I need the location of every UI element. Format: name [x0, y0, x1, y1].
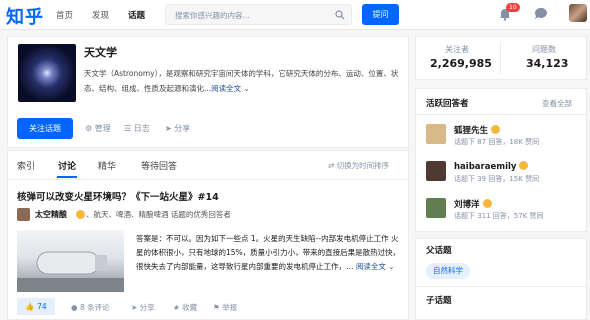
active-tab-indicator	[57, 176, 77, 178]
share-icon: ➤	[165, 124, 175, 133]
answerer-detail: 话题下 87 回答，18K 赞同	[454, 138, 540, 146]
message-icon[interactable]	[534, 7, 548, 21]
parent-topic-chip[interactable]: 自然科学	[426, 263, 470, 279]
share-answer-button[interactable]: ➤ 分享	[131, 302, 155, 313]
topic-title: 天文学	[84, 46, 117, 59]
parent-topic-title: 父话题	[426, 246, 452, 256]
follow-topic-button[interactable]: 关注话题	[17, 118, 73, 139]
top-bar: 知乎 首页 发现 话题 搜索你感兴趣的内容... 提问 10	[0, 0, 590, 30]
author-avatar[interactable]	[17, 208, 30, 221]
user-avatar[interactable]	[569, 4, 587, 22]
badge-icon	[519, 161, 529, 170]
tab-index[interactable]: 索引	[17, 159, 35, 172]
stats-divider	[500, 42, 501, 74]
answer-read-more[interactable]: 阅读全文	[356, 262, 386, 271]
sidebar-divider	[416, 114, 586, 115]
view-all-link[interactable]: 查看全部	[542, 98, 572, 109]
questions-count: 34,123	[526, 57, 569, 70]
read-more-link[interactable]: 阅读全文	[211, 84, 241, 93]
ask-button[interactable]: 提问	[362, 4, 399, 25]
child-topic-title: 子话题	[426, 296, 452, 306]
share-topic-button[interactable]: ➤ 分享	[165, 123, 190, 134]
answer-excerpt: 答案是：不可以。因为如下一些点 1。火星的天生缺陷--内部发电机停止工作 火星的…	[136, 234, 401, 271]
comments-button[interactable]: ● 8 条评论	[71, 302, 110, 313]
nav-discover[interactable]: 发现	[92, 9, 109, 21]
answerer-avatar[interactable]	[426, 161, 446, 181]
question-title[interactable]: 核弹可以改变火星环境吗？《下一站火星》#14	[17, 189, 219, 203]
answerer-name[interactable]: 狐狸先生	[454, 124, 501, 136]
search-icon[interactable]	[335, 10, 345, 20]
answerer-avatar[interactable]	[426, 198, 446, 218]
tab-waiting[interactable]: 等待回答	[141, 159, 177, 172]
share-icon: ➤	[131, 303, 140, 312]
answerer-detail: 话题下 311 回答，57K 赞同	[454, 212, 544, 220]
questions-label: 问题数	[532, 45, 556, 54]
manage-button[interactable]: ⚙ 管理	[85, 123, 111, 134]
badge-icon	[76, 210, 85, 219]
flag-icon: ⚑	[213, 303, 223, 312]
galaxy-image	[18, 44, 76, 102]
gear-icon: ⚙	[85, 124, 95, 133]
active-answerers-title: 活跃回答者	[426, 99, 469, 109]
followers-label: 关注者	[445, 45, 469, 54]
upvote-button[interactable]: 👍 74	[17, 298, 55, 315]
tab-discussion[interactable]: 讨论	[58, 159, 76, 172]
answerer-detail: 话题下 39 回答，15K 赞同	[454, 175, 540, 183]
answerer-name[interactable]: haibaraemily	[454, 161, 529, 172]
log-icon: ☰	[124, 124, 134, 133]
favorite-button[interactable]: ★ 收藏	[173, 302, 197, 313]
zhihu-logo[interactable]: 知乎	[6, 3, 44, 29]
nav-home[interactable]: 首页	[56, 9, 73, 21]
tab-divider	[8, 179, 408, 180]
answerer-name[interactable]: 刘博洋	[454, 198, 492, 210]
badge-icon	[491, 125, 501, 134]
author-name[interactable]: 太空精酿	[35, 209, 67, 220]
sort-toggle[interactable]: ⇄ 切换为时间排序	[328, 160, 389, 171]
thumb-up-icon: 👍	[25, 302, 38, 311]
notification-count: 10	[506, 3, 520, 12]
tab-essence[interactable]: 精华	[98, 159, 116, 172]
log-button[interactable]: ☰ 日志	[124, 123, 150, 134]
search-input[interactable]: 搜索你感兴趣的内容...	[165, 4, 352, 25]
answerer-avatar[interactable]	[426, 124, 446, 144]
star-icon: ★	[173, 303, 183, 312]
nav-topics[interactable]: 话题	[128, 9, 145, 21]
answer-thumbnail[interactable]	[17, 230, 124, 292]
topic-description: 天文学（Astronomy），是观察和研究宇宙间天体的学科，它研究天体的分布、运…	[84, 69, 399, 93]
sidebar-divider	[416, 286, 586, 287]
swap-icon: ⇄	[328, 161, 337, 170]
badge-icon	[482, 199, 492, 208]
author-tags: 、航天、啤酒、精酿啤酒 话题的优秀回答者	[86, 210, 231, 219]
search-placeholder: 搜索你感兴趣的内容...	[175, 11, 250, 20]
comment-icon: ●	[71, 303, 80, 312]
report-button[interactable]: ⚑ 举报	[213, 302, 237, 313]
followers-count: 2,269,985	[430, 57, 492, 70]
